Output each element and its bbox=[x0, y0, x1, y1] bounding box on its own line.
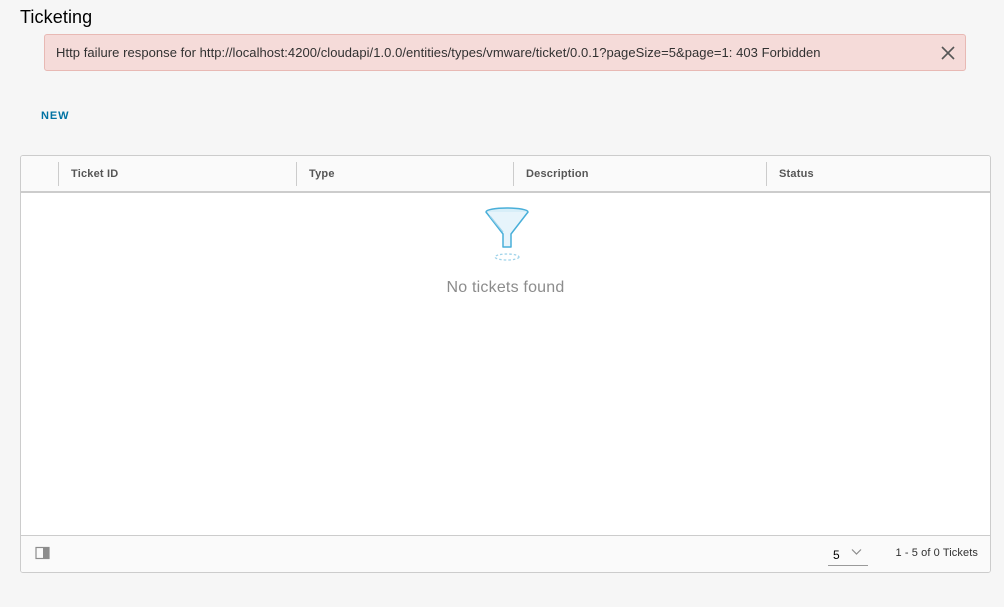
column-header-status[interactable]: Status bbox=[779, 167, 814, 181]
error-alert: Http failure response for http://localho… bbox=[44, 34, 966, 71]
datagrid-footer: 5 1 - 5 of 0 Tickets bbox=[21, 535, 990, 572]
pagination-description: 1 - 5 of 0 Tickets bbox=[895, 547, 978, 559]
chevron-down-icon bbox=[851, 549, 862, 555]
tickets-datagrid: Ticket ID Type Description Status No tic… bbox=[20, 155, 991, 573]
column-header-type[interactable]: Type bbox=[309, 167, 335, 181]
column-separator[interactable] bbox=[766, 162, 767, 186]
page-title: Ticketing bbox=[20, 7, 93, 27]
page-size-value: 5 bbox=[833, 548, 840, 562]
column-switch-icon[interactable] bbox=[35, 546, 50, 560]
column-separator[interactable] bbox=[58, 162, 59, 186]
column-separator[interactable] bbox=[296, 162, 297, 186]
new-ticket-button[interactable]: NEW bbox=[34, 104, 76, 128]
close-icon[interactable] bbox=[938, 43, 958, 63]
page-size-select[interactable]: 5 bbox=[828, 545, 868, 566]
column-header-ticket-id[interactable]: Ticket ID bbox=[71, 167, 118, 181]
empty-message: No tickets found bbox=[446, 279, 565, 296]
empty-placeholder: No tickets found bbox=[21, 193, 990, 535]
datagrid-header: Ticket ID Type Description Status bbox=[21, 156, 990, 193]
column-header-description[interactable]: Description bbox=[526, 167, 589, 181]
filter-funnel-icon bbox=[485, 207, 529, 261]
alert-message: Http failure response for http://localho… bbox=[56, 45, 821, 60]
column-separator[interactable] bbox=[513, 162, 514, 186]
